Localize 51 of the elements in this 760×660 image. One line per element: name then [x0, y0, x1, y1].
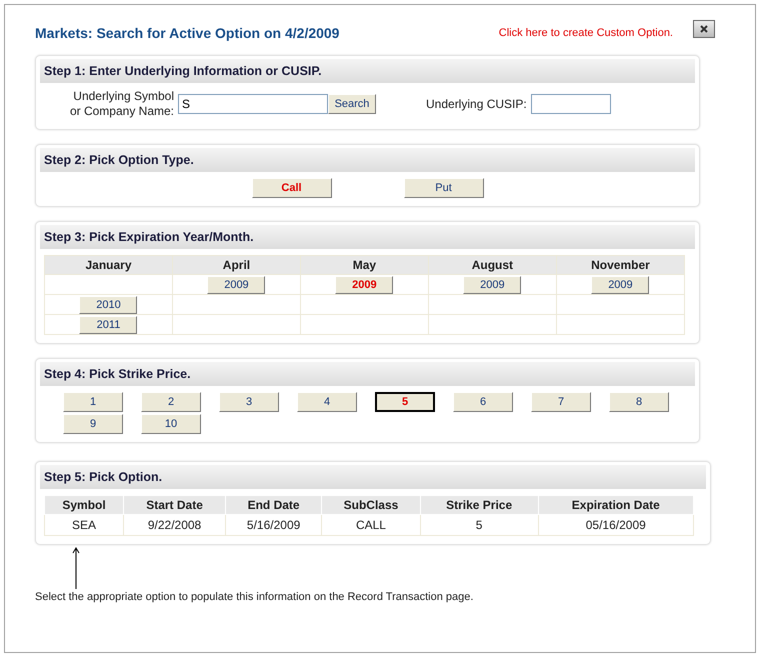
strike-price-button[interactable]: 3	[219, 392, 279, 412]
column-header: End Date	[225, 496, 322, 514]
strike-price-button[interactable]: 1	[63, 392, 123, 412]
month-header: November	[556, 256, 684, 274]
symbol-input[interactable]: S	[178, 94, 328, 114]
table-cell[interactable]: CALL	[322, 514, 420, 536]
option-type-button[interactable]: Put	[404, 178, 484, 198]
step-heading: Step 3: Pick Expiration Year/Month.	[40, 225, 695, 249]
close-button[interactable]	[693, 20, 715, 38]
strike-price-button[interactable]: 4	[297, 392, 357, 412]
column-header: Expiration Date	[538, 496, 694, 514]
year-button[interactable]: 2011	[79, 316, 138, 334]
strike-price-button[interactable]: 8	[609, 392, 669, 412]
table-cell[interactable]: 9/22/2008	[124, 514, 226, 536]
custom-option-link[interactable]: Click here to create Custom Option.	[498, 27, 673, 39]
field-label: Underlying CUSIP:	[426, 97, 527, 111]
step-heading: Step 5: Pick Option.	[40, 465, 706, 489]
strike-price-button[interactable]: 5	[375, 392, 435, 412]
field-label: Underlying Symbol or Company Name:	[68, 89, 174, 119]
year-button[interactable]: 2010	[79, 296, 138, 314]
table-cell[interactable]: 5	[420, 514, 538, 536]
arrow-icon	[72, 547, 80, 589]
strike-price-button[interactable]: 2	[141, 392, 201, 412]
year-button[interactable]: 2009	[207, 276, 266, 294]
step-heading: Step 2: Pick Option Type.	[40, 148, 695, 172]
instruction-note: Select the appropriate option to populate this information on the Record Transaction page.	[35, 590, 474, 604]
year-button[interactable]: 2009	[463, 276, 522, 294]
table-cell[interactable]: 05/16/2009	[538, 514, 694, 536]
step-heading: Step 4: Pick Strike Price.	[40, 362, 695, 386]
month-header: August	[428, 256, 556, 274]
option-type-button[interactable]: Call	[252, 178, 332, 198]
strike-price-button[interactable]: 6	[453, 392, 513, 412]
table-cell[interactable]: SEA	[44, 514, 124, 536]
year-button[interactable]: 2009	[591, 276, 650, 294]
column-header: Strike Price	[420, 496, 538, 514]
month-header: May	[300, 256, 428, 274]
table-cell[interactable]: 5/16/2009	[225, 514, 322, 536]
search-button[interactable]: Search	[328, 94, 376, 114]
page-title: Markets: Search for Active Option on 4/2/2009	[35, 25, 340, 41]
column-header: Start Date	[124, 496, 226, 514]
column-header: SubClass	[322, 496, 420, 514]
close-icon	[700, 25, 708, 33]
year-button[interactable]: 2009	[335, 276, 394, 294]
month-header: April	[172, 256, 300, 274]
month-header: January	[44, 256, 172, 274]
column-header: Symbol	[44, 496, 124, 514]
cusip-input[interactable]	[530, 94, 611, 114]
strike-price-button[interactable]: 9	[63, 414, 123, 434]
strike-price-button[interactable]: 7	[531, 392, 591, 412]
strike-price-button[interactable]: 10	[141, 414, 201, 434]
step-heading: Step 1: Enter Underlying Information or CUSIP.	[40, 59, 695, 83]
